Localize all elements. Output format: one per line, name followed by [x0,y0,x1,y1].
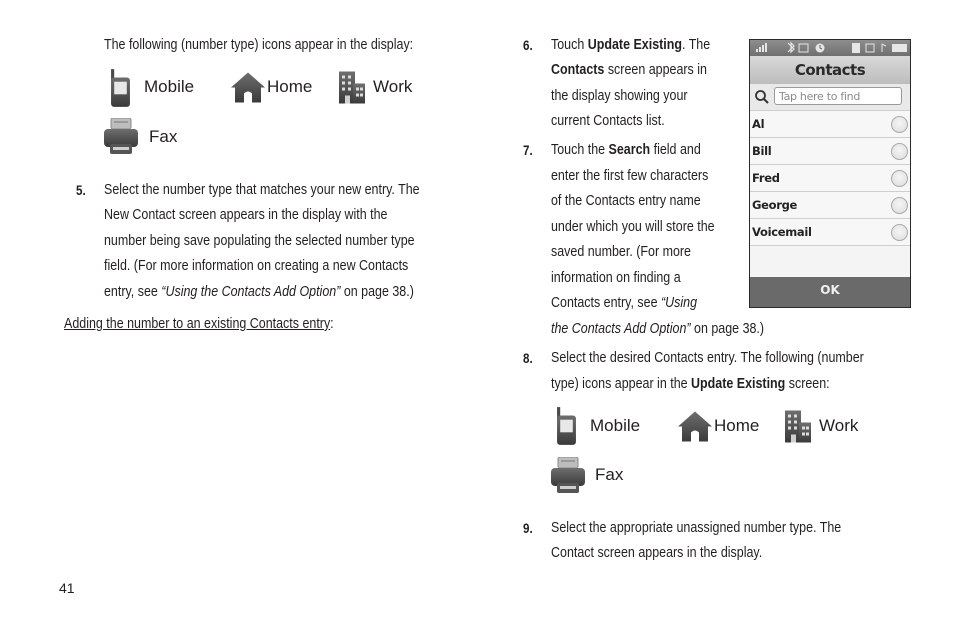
status-bar [750,40,910,56]
step-7-line-1: Touch the Search field and [551,142,701,158]
step-6-line-3: the display showing your [551,88,688,104]
step-7-reference-link-end[interactable]: the Contacts Add Option” [551,321,691,337]
step-7-line-6: information on finding a [551,270,681,286]
step-6-line-1: Touch Update Existing. The [551,37,710,53]
message-icon [798,43,809,53]
page-number: 41 [59,580,75,596]
step-9-line-2: Contact screen appears in the display. [551,545,763,561]
home-icon [230,71,266,104]
section-heading: Adding the number to an existing Contact… [64,316,334,332]
step-6-number: 6. [523,38,533,53]
step-5-reference-link[interactable]: “Using the Contacts Add Option” [161,284,340,300]
step-8-line-1: Select the desired Contacts entry. The f… [551,350,864,366]
step-5-line-5: entry, see “Using the Contacts Add Optio… [104,284,414,300]
step-7-line-7: Contacts entry, see “Using [551,295,697,311]
signal-icon [756,43,767,52]
work-building-icon [785,410,811,443]
contact-radio[interactable] [891,224,908,241]
search-icon [755,90,769,104]
search-input[interactable]: Tap here to find [774,87,902,105]
bluetooth-icon [787,41,795,54]
step-6-line-4: current Contacts list. [551,113,665,129]
home-icon [677,410,713,443]
contact-name: Al [752,117,765,131]
step-8-line-2: type) icons appear in the Update Existin… [551,376,830,392]
step-7-line-8: the Contacts Add Option” on page 38.) [551,321,764,337]
battery-icon [892,44,907,52]
step-8-text: type) icons appear in the [551,376,692,392]
update-existing-label-2: Update Existing [691,376,786,392]
intro-text: The following (number type) icons appear… [104,37,414,53]
search-bar: Tap here to find [750,84,910,111]
step-7-line-4: under which you will store the [551,219,715,235]
step-7-line-5: saved number. (For more [551,244,692,260]
section-heading-colon: : [330,316,334,332]
contact-name: Bill [752,144,772,158]
step-8-text-end: screen: [785,376,830,392]
step-7-text-end: field and [650,142,701,158]
step-7-text-7: Contacts entry, see [551,295,661,311]
contact-name: Voicemail [752,225,812,239]
step-7-text: Touch the [551,142,609,158]
step-7-page-ref: on page 38.) [690,321,765,337]
step-7-line-2: enter the first few characters [551,168,709,184]
contact-name: George [752,198,798,212]
step-5-line-4: field. (For more information on creating… [104,258,409,274]
contact-row[interactable]: Al [750,111,910,138]
ok-button[interactable]: OK [750,277,910,307]
step-7-reference-link-start[interactable]: “Using [661,295,697,311]
step-5-line-3: number being save populating the selecte… [104,233,415,249]
contact-radio[interactable] [891,197,908,214]
icon-label-fax-2: Fax [595,465,624,484]
contact-radio[interactable] [891,116,908,133]
fax-icon [551,457,585,493]
icon-label-work-2: Work [819,416,859,435]
step-6-text-end: . The [681,37,711,53]
step-5-page-ref: on page 38.) [340,284,414,300]
work-building-icon [339,71,365,104]
icon-label-work: Work [373,77,413,96]
contact-row[interactable]: Bill [750,138,910,165]
icon-label-mobile: Mobile [144,77,195,96]
step-7-number: 7. [523,143,533,158]
step-8-number: 8. [523,351,533,366]
clock-icon [815,43,825,53]
step-6-text: Touch [551,37,588,53]
search-label: Search [608,142,651,158]
contact-row[interactable]: Fred [750,165,910,192]
contacts-phone-screenshot: Contacts Tap here to find Al Bill Fred G… [749,39,911,308]
contact-name: Fred [752,171,780,185]
step-6-text-2: screen appears in [604,62,707,78]
step-9-number: 9. [523,521,533,536]
mobile-phone-icon [556,407,577,445]
contact-radio[interactable] [891,143,908,160]
step-7-line-3: of the Contacts entry name [551,193,701,209]
icon-label-home: Home [267,77,313,96]
update-existing-label: Update Existing [587,37,682,53]
step-5-text: entry, see [104,284,162,300]
icon-label-mobile-2: Mobile [590,416,641,435]
memory-card-icon [852,43,860,53]
step-5-line-1: Select the number type that matches your… [104,182,420,198]
icon-label-home-2: Home [714,416,760,435]
fax-icon [104,118,138,154]
music-icon [881,43,887,52]
step-5-line-2: New Contact screen appears in the displa… [104,207,388,223]
step-5-number: 5. [76,183,86,198]
step-6-line-2: Contacts screen appears in [551,62,707,78]
contact-row[interactable]: Voicemail [750,219,910,246]
mobile-phone-icon [110,69,131,107]
section-heading-text: Adding the number to an existing Contact… [64,316,331,332]
step-9-line-1: Select the appropriate unassigned number… [551,520,842,536]
contact-radio[interactable] [891,170,908,187]
icon-label-fax: Fax [149,127,178,146]
contacts-label: Contacts [551,62,605,78]
contact-row[interactable]: George [750,192,910,219]
sim-icon [865,43,875,53]
contacts-title: Contacts [750,56,910,84]
